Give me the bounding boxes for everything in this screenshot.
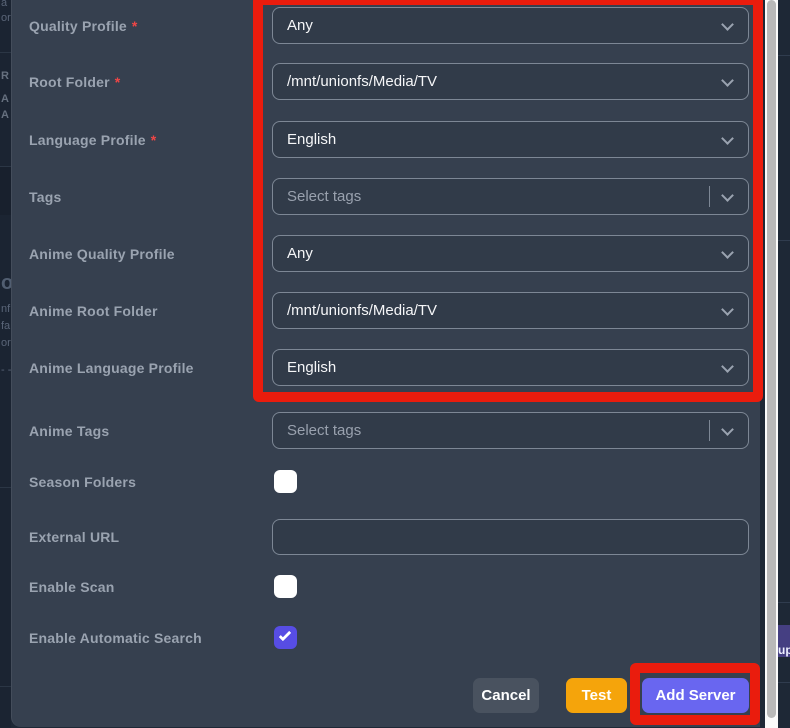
bg-divider (778, 682, 790, 683)
bg-text-fragment: A (1, 93, 9, 105)
anime-quality-profile-value: Any (287, 245, 313, 262)
anime-language-profile-select[interactable]: English (272, 349, 749, 386)
bg-divider (0, 52, 11, 53)
anime-tags-label: Anime Tags (29, 422, 110, 439)
background-page-left-strip: a or R A A o nf fa or - - (0, 0, 11, 728)
server-settings-modal: Quality Profile * Any Root Folder * /mnt/u… (11, 0, 760, 727)
bg-text-fragment: - - (1, 364, 11, 376)
language-profile-value: English (287, 131, 337, 148)
bg-text-fragment: nf (1, 303, 11, 315)
chevron-down-icon (721, 74, 734, 87)
bg-text-fragment: or (1, 12, 11, 24)
external-url-label: External URL (29, 529, 120, 545)
tags-multiselect[interactable]: Select tags (272, 178, 749, 215)
anime-language-profile-value: English (287, 359, 337, 376)
anime-tags-placeholder: Select tags (287, 422, 362, 439)
bg-divider (778, 55, 790, 56)
chevron-down-icon (721, 360, 734, 373)
add-server-button[interactable]: Add Server (642, 678, 749, 713)
bg-divider (0, 686, 11, 687)
anime-quality-profile-select[interactable]: Any (272, 235, 749, 272)
anime-root-folder-select[interactable]: /mnt/unionfs/Media/TV (272, 292, 749, 329)
root-folder-label: Root Folder * (29, 73, 121, 90)
cancel-button[interactable]: Cancel (473, 678, 539, 713)
language-profile-label: Language Profile * (29, 131, 157, 148)
chevron-down-icon (721, 189, 734, 202)
required-asterisk: * (114, 73, 121, 90)
bg-text-fragment: o (1, 272, 11, 294)
root-folder-value: /mnt/unionfs/Media/TV (287, 73, 438, 90)
language-profile-select[interactable]: English (272, 121, 749, 158)
anime-quality-profile-label: Anime Quality Profile (29, 245, 175, 262)
root-folder-select[interactable]: /mnt/unionfs/Media/TV (272, 63, 749, 100)
external-url-input[interactable] (272, 519, 749, 555)
quality-profile-label: Quality Profile * (29, 17, 138, 34)
anime-language-profile-label: Anime Language Profile (29, 359, 194, 376)
chevron-down-icon (721, 132, 734, 145)
anime-root-folder-label: Anime Root Folder (29, 302, 158, 319)
bg-button-fragment: up (778, 625, 790, 657)
chevron-down-icon (721, 303, 734, 316)
tags-placeholder: Select tags (287, 188, 362, 205)
multiselect-divider (709, 420, 710, 441)
bg-text-fragment: a (1, 0, 8, 9)
enable-scan-label: Enable Scan (29, 578, 115, 595)
enable-automatic-search-checkbox[interactable] (274, 626, 297, 649)
required-asterisk: * (150, 131, 157, 148)
anime-root-folder-value: /mnt/unionfs/Media/TV (287, 302, 438, 319)
bg-text-fragment: fa (1, 320, 11, 332)
anime-tags-multiselect[interactable]: Select tags (272, 412, 749, 449)
tags-label: Tags (29, 188, 62, 205)
bg-divider (778, 240, 790, 241)
bg-button-fragment-label: up (778, 643, 790, 657)
bg-text-fragment: R (1, 70, 9, 82)
chevron-down-icon (721, 18, 734, 31)
bg-text-fragment: A (1, 109, 9, 121)
bg-dark-block (0, 167, 11, 215)
scrollbar-thumb[interactable] (767, 0, 776, 718)
scrollbar-track[interactable] (765, 0, 778, 728)
checkmark-icon (278, 628, 292, 642)
enable-automatic-search-label: Enable Automatic Search (29, 629, 202, 646)
bg-divider (778, 602, 790, 603)
bg-text-fragment: or (1, 337, 11, 349)
enable-scan-checkbox[interactable] (274, 575, 297, 598)
season-folders-checkbox[interactable] (274, 470, 297, 493)
season-folders-label: Season Folders (29, 473, 137, 490)
bg-divider (0, 487, 11, 488)
test-button[interactable]: Test (566, 678, 627, 713)
chevron-down-icon (721, 423, 734, 436)
chevron-down-icon (721, 246, 734, 259)
quality-profile-value: Any (287, 17, 313, 34)
quality-profile-select[interactable]: Any (272, 7, 749, 44)
required-asterisk: * (131, 17, 138, 34)
multiselect-divider (709, 186, 710, 207)
